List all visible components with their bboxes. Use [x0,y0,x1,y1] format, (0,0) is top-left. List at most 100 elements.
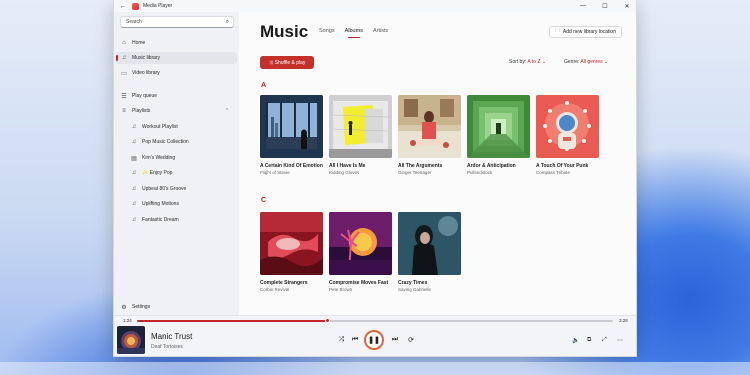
miniplayer-icon[interactable]: ⧉ [587,337,591,344]
sidebar-item-video-library[interactable]: ▭ Video library [116,67,237,79]
total-duration: 3:28 [619,318,628,323]
album-cover [329,95,392,158]
sidebar-item-music-library[interactable]: ♫ Music library [116,52,237,64]
shuffle-icon[interactable]: ⤨ [336,336,346,344]
minimize-icon[interactable]: — [572,0,594,12]
playlist-label: Upbeat 80's Groove [142,186,187,192]
sort-value: A to Z [527,59,541,65]
media-player-window: ← Media Player — ☐ ✕ Search ⌕ ⌂ Home ♫ M… [113,0,637,357]
album-artist: Compass Tribute [536,170,571,175]
album-title: A Touch Of Your Punk [536,163,589,169]
album-cover [398,95,461,158]
add-library-location-button[interactable]: 🗀 Add new library location [548,26,622,38]
taskbar [0,362,750,375]
section-header-a[interactable]: A [261,82,266,89]
playlists-icon: ≡ [122,108,126,114]
volume-icon[interactable]: 🔈 [572,337,579,344]
media-player-app-icon [132,2,139,10]
album-artist: Kidding Gloves [329,170,360,175]
window-controls: — ☐ ✕ [572,0,636,12]
playlist-icon: ♫ [131,170,137,176]
genre-dropdown[interactable]: Genre: All genres ⌄ [564,59,608,65]
search-input[interactable]: Search ⌕ [120,16,234,28]
close-icon[interactable]: ✕ [616,0,636,12]
album-artist: Pete Brown [329,287,353,292]
playlist-icon: ♫ [131,124,137,130]
album-title: Compromise Moves Fast [329,280,389,286]
seek-bar-thumb[interactable] [324,318,330,323]
sort-dropdown[interactable]: Sort by: A to Z ⌄ [509,59,546,65]
tab-artists[interactable]: Artists [373,28,388,34]
previous-icon[interactable]: ⏮ [350,336,360,344]
album-tile[interactable]: Complete Strangers Corbin Revival [260,212,323,292]
playlist-label: Workout Playlist [142,124,178,130]
sidebar-playlist-item[interactable]: ♫ Uplifting Motions [116,198,237,210]
album-title: All I Have Is Me [329,163,366,169]
now-playing-artwork[interactable] [117,326,145,354]
playlist-folder-icon: ▤ [131,155,137,162]
sort-label: Sort by: [509,59,527,65]
album-cover [260,95,323,158]
shuffle-and-play-button[interactable]: ⤨ Shuffle & play [260,56,314,69]
sidebar-playlist-item[interactable]: ♫ Upbeat 80's Groove [116,183,237,195]
shuffle-icon: ⤨ [268,59,273,66]
genre-value: All genres [580,59,603,65]
sidebar-playlist-item[interactable]: ▤ Kim's Wedding [116,152,237,164]
shuffle-label: Shuffle & play [274,59,306,66]
album-tile[interactable]: Crazy Times Saving Gabrielle [398,212,461,292]
chevron-up-icon[interactable]: ⌃ [225,108,229,114]
chevron-down-icon: ⌄ [604,59,609,65]
chevron-down-icon: ⌄ [541,59,547,65]
section-header-c[interactable]: C [261,197,266,204]
album-artist: Corbin Revival [260,287,290,292]
sidebar-item-home[interactable]: ⌂ Home [116,37,237,49]
album-artist: Ginger Teenager [398,170,432,175]
album-title: Complete Strangers [260,280,308,286]
album-artist: Saving Gabrielle [398,287,432,292]
sidebar-item-label: Playlists [132,108,151,114]
album-tile[interactable]: A Certain Kind Of Emotion Flight of Stev… [260,95,323,175]
home-icon: ⌂ [122,40,126,46]
album-tile[interactable]: A Touch Of Your Punk Compass Tribute [536,95,599,175]
add-library-label: Add new library location [562,29,616,35]
elapsed-time: 1:24 [123,318,132,323]
video-library-icon: ▭ [121,70,127,77]
tab-albums[interactable]: Albums [345,28,363,38]
album-cover [536,95,599,158]
fullscreen-icon[interactable]: ⤢ [602,337,607,344]
album-tile[interactable]: All I Have Is Me Kidding Gloves [329,95,392,175]
playlist-label: Fantastic Dream [142,217,179,223]
player-bar: 1:24 3:28 Manic Trust Deaf Tortoises ⤨ ⏮… [114,315,636,356]
seek-bar-fill [137,320,328,322]
title-bar: ← Media Player — ☐ ✕ [114,0,636,12]
gear-icon: ⚙ [121,304,127,311]
album-cover [329,212,392,275]
now-playing-title[interactable]: Manic Trust [151,332,192,341]
album-tile[interactable]: Compromise Moves Fast Pete Brown [329,212,392,292]
tab-songs[interactable]: Songs [319,28,335,34]
search-icon[interactable]: ⌕ [226,19,229,26]
album-artist: Pullsedstock [467,170,493,175]
now-playing-artist[interactable]: Deaf Tortoises [151,344,183,350]
album-tile[interactable]: Ardor & Anticipation Pullsedstock [467,95,530,175]
sidebar-item-playlists[interactable]: ≡ Playlists ⌃ [116,105,237,117]
maximize-icon[interactable]: ☐ [594,0,616,12]
sidebar-item-settings[interactable]: ⚙ Settings [116,301,237,313]
sidebar-playlist-item[interactable]: ♫ ✨ Enjoy Pop [116,167,237,179]
album-title: Crazy Times [398,280,428,286]
main-content: Music Songs Albums Artists 🗀 Add new lib… [239,12,636,315]
playlist-label: Kim's Wedding [142,155,176,161]
sidebar-item-play-queue[interactable]: ☰ Play queue [116,90,237,102]
back-arrow-icon[interactable]: ← [116,0,130,12]
repeat-icon[interactable]: ⟳ [406,336,416,344]
pause-button[interactable]: ❚❚ [364,330,384,350]
sidebar-playlist-item[interactable]: ♫ Fantastic Dream [116,214,237,226]
seek-bar[interactable] [137,318,613,323]
sidebar-playlist-item[interactable]: ♫ Workout Playlist [116,121,237,133]
pause-icon: ❚❚ [368,337,380,344]
window-title: Media Player [143,3,173,9]
next-icon[interactable]: ⏭ [390,336,400,344]
album-tile[interactable]: All The Arguments Ginger Teenager [398,95,461,175]
more-options-icon[interactable]: ⋯ [617,337,623,344]
sidebar-playlist-item[interactable]: ♫ Pop Music Collection [116,136,237,148]
